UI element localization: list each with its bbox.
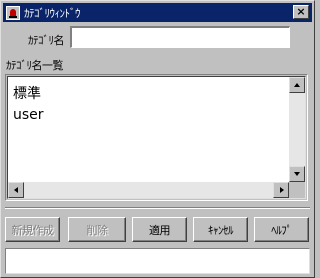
close-button[interactable]: × <box>293 5 309 19</box>
horizontal-scrollbar[interactable] <box>8 182 289 198</box>
app-icon <box>6 5 20 20</box>
category-list-box[interactable]: 標準 user <box>7 76 306 199</box>
list-item[interactable]: 標準 <box>13 83 41 103</box>
separator <box>5 207 310 209</box>
category-list: 標準 user <box>5 74 308 201</box>
window-title: ｶﾃｺﾞﾘｳｨﾝﾄﾞｳ <box>24 6 81 20</box>
vertical-scrollbar[interactable] <box>289 77 305 182</box>
scroll-left-arrow-icon[interactable] <box>8 182 24 198</box>
help-button[interactable]: ﾍﾙﾌﾟ <box>254 217 309 242</box>
apply-button[interactable]: 適用 <box>132 217 187 242</box>
list-item[interactable]: user <box>13 107 44 123</box>
title-bar[interactable]: ｶﾃｺﾞﾘｳｨﾝﾄﾞｳ × <box>3 3 312 22</box>
category-name-input[interactable] <box>70 26 290 48</box>
category-list-heading: ｶﾃｺﾞﾘ名一覧 <box>6 59 64 72</box>
category-name-label: ｶﾃｺﾞﾘ名 <box>28 34 65 47</box>
scroll-up-arrow-icon[interactable] <box>289 77 305 93</box>
new-button[interactable]: 新規作成 <box>5 217 60 242</box>
scroll-down-arrow-icon[interactable] <box>289 166 305 182</box>
scroll-right-arrow-icon[interactable] <box>273 182 289 198</box>
delete-button[interactable]: 削除 <box>68 217 126 242</box>
category-window: ｶﾃｺﾞﾘｳｨﾝﾄﾞｳ × ｶﾃｺﾞﾘ名 ｶﾃｺﾞﾘ名一覧 標準 user 新規… <box>0 0 315 278</box>
scrollbar-corner <box>289 182 305 198</box>
cancel-button[interactable]: ｷｬﾝｾﾙ <box>193 217 248 242</box>
status-bar <box>5 248 310 274</box>
